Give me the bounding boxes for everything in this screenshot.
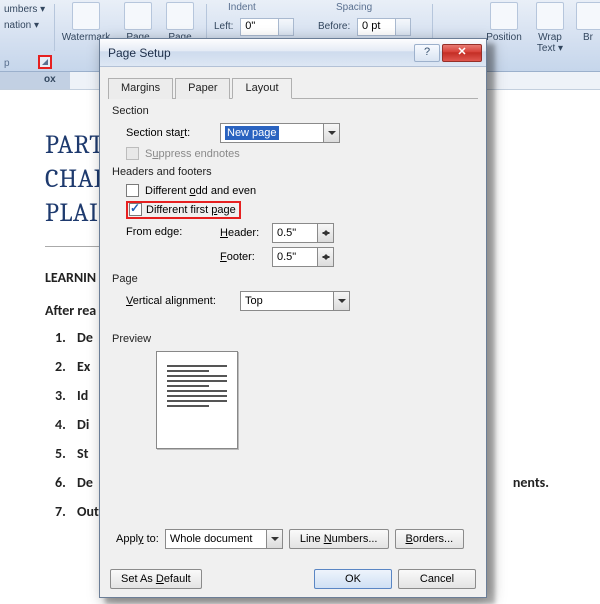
headers-footers-group: Headers and footers Different odd and ev… bbox=[112, 166, 474, 267]
ribbon-nation[interactable]: nation ▾ bbox=[4, 20, 39, 31]
footer-input[interactable]: 0.5" bbox=[272, 247, 334, 267]
header-label: Header: bbox=[220, 227, 266, 239]
group-label-p: p bbox=[4, 58, 10, 69]
from-edge-label: From edge: bbox=[126, 223, 214, 238]
wrap-text-icon bbox=[536, 2, 564, 30]
header-input[interactable]: 0.5" bbox=[272, 223, 334, 243]
bring-icon bbox=[576, 2, 600, 30]
page-group: Page Vertical alignment: Top bbox=[112, 273, 474, 311]
section-start-combo[interactable]: New page bbox=[220, 123, 340, 143]
ribbon-numbers[interactable]: umbers ▾ bbox=[4, 4, 45, 15]
section-heading: Section bbox=[112, 105, 474, 117]
close-button[interactable]: ✕ bbox=[442, 44, 482, 62]
title-rule bbox=[45, 246, 105, 247]
chevron-down-icon bbox=[333, 292, 349, 310]
page-setup-dialog: Page Setup ? ✕ Margins Paper Layout Sect… bbox=[99, 38, 487, 598]
tabstrip: Margins Paper Layout bbox=[108, 77, 478, 99]
watermark-icon bbox=[72, 2, 100, 30]
tab-layout[interactable]: Layout bbox=[232, 78, 291, 99]
bring-button[interactable]: Br bbox=[576, 2, 600, 43]
section-group: Section Section start: New page Suppress… bbox=[112, 105, 474, 160]
page-icon-2 bbox=[166, 2, 194, 30]
chevron-down-icon bbox=[323, 124, 339, 142]
odd-even-checkbox[interactable] bbox=[126, 184, 139, 197]
tab-margins[interactable]: Margins bbox=[108, 78, 173, 99]
section-start-label: Section start: bbox=[126, 127, 214, 139]
dialog-launcher[interactable] bbox=[38, 55, 52, 69]
preview-heading: Preview bbox=[112, 333, 474, 345]
apply-to-combo[interactable]: Whole document bbox=[165, 529, 283, 549]
suppress-endnotes-checkbox bbox=[126, 147, 139, 160]
borders-button[interactable]: Borders... bbox=[395, 529, 465, 549]
indent-group-label: Indent bbox=[228, 2, 256, 13]
page-button[interactable]: Page bbox=[118, 2, 158, 43]
preview-group: Preview bbox=[112, 333, 474, 449]
ok-button[interactable]: OK bbox=[314, 569, 392, 589]
spacing-before-label: Before: 0 pt bbox=[318, 18, 411, 36]
help-button[interactable]: ? bbox=[414, 44, 440, 62]
suppress-endnotes-label: Suppress endnotes bbox=[145, 148, 240, 160]
page-icon bbox=[124, 2, 152, 30]
valign-combo[interactable]: Top bbox=[240, 291, 350, 311]
set-default-button[interactable]: Set As Default bbox=[110, 569, 202, 589]
titlebar[interactable]: Page Setup ? ✕ bbox=[100, 39, 486, 67]
page-button-2[interactable]: Page bbox=[160, 2, 200, 43]
position-button[interactable]: Position bbox=[482, 2, 526, 43]
dialog-title: Page Setup bbox=[108, 46, 412, 60]
tab-paper[interactable]: Paper bbox=[175, 78, 230, 99]
chevron-down-icon bbox=[266, 530, 282, 548]
odd-even-label: Different odd and even bbox=[145, 185, 256, 197]
different-first-page-label: Different first page bbox=[146, 204, 236, 216]
wrap-text-button[interactable]: Wrap Text ▾ bbox=[530, 2, 570, 54]
line-numbers-button[interactable]: Line Numbers... bbox=[289, 529, 389, 549]
position-icon bbox=[490, 2, 518, 30]
cancel-button[interactable]: Cancel bbox=[398, 569, 476, 589]
apply-to-label: Apply to: bbox=[116, 533, 159, 545]
preview-thumbnail bbox=[156, 351, 238, 449]
footer-label: Footer: bbox=[220, 251, 266, 263]
different-first-page-highlight: Different first page bbox=[126, 201, 241, 219]
indent-left-label: Left: 0" bbox=[214, 18, 294, 36]
spacing-before-input[interactable]: 0 pt bbox=[357, 18, 411, 36]
spacing-group-label: Spacing bbox=[336, 2, 372, 13]
different-first-page-checkbox[interactable] bbox=[129, 203, 142, 216]
valign-label: Vertical alignment: bbox=[126, 295, 234, 307]
hf-heading: Headers and footers bbox=[112, 166, 474, 178]
textbox-label-tail: ox bbox=[44, 74, 56, 85]
indent-left-input[interactable]: 0" bbox=[240, 18, 294, 36]
ruler-margin bbox=[0, 72, 70, 89]
watermark-button[interactable]: Watermark bbox=[60, 2, 112, 43]
page-heading: Page bbox=[112, 273, 474, 285]
